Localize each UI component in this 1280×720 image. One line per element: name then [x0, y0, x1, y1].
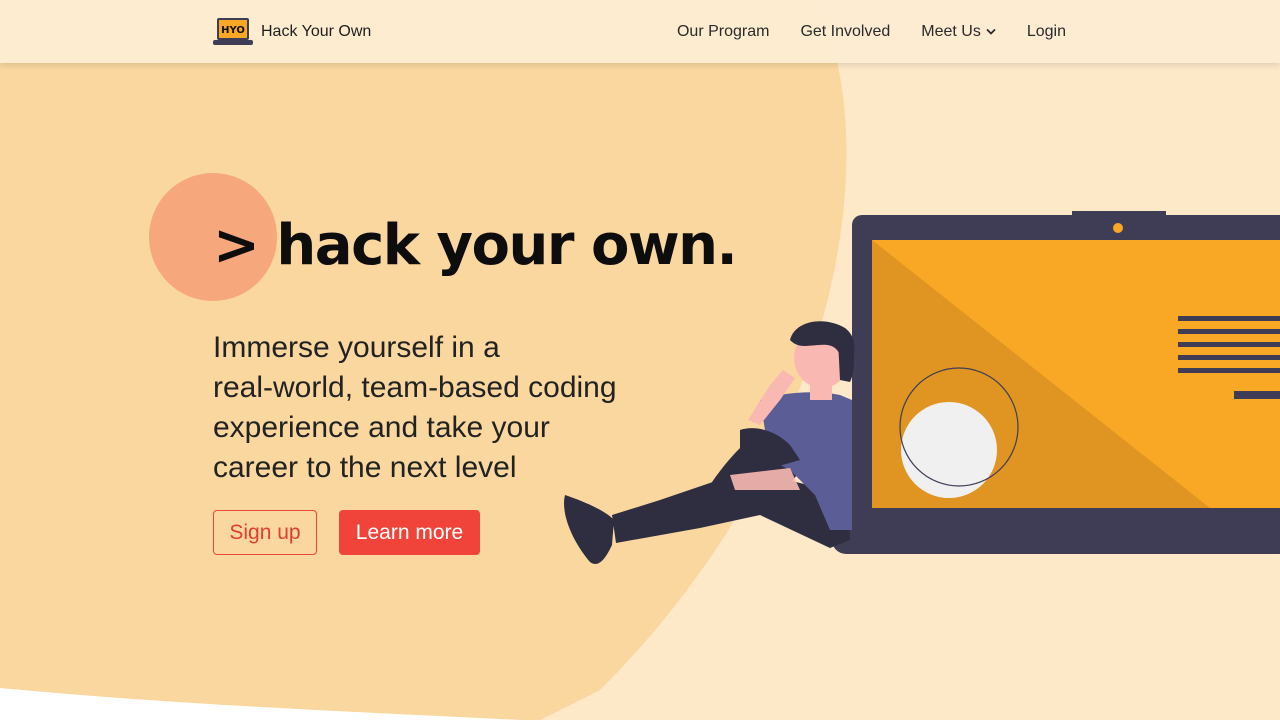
hero-buttons: Sign up Learn more — [213, 510, 480, 555]
nav-label: Login — [1026, 22, 1066, 40]
learn-more-button[interactable]: Learn more — [339, 510, 480, 555]
laptop-illustration — [832, 211, 1280, 554]
person-illustration — [564, 321, 855, 565]
nav-label: Meet Us — [921, 22, 981, 40]
brand-name: Hack Your Own — [261, 23, 372, 40]
nav-label: Our Program — [676, 22, 770, 40]
nav-item-our-program[interactable]: Our Program — [677, 23, 769, 41]
chevron-down-icon — [986, 28, 996, 35]
hero-illustration — [564, 211, 1280, 565]
nav-links: Our Program Get Involved Meet Us Login — [646, 0, 1066, 63]
top-navbar: HYO Hack Your Own Our Program Get Involv… — [0, 0, 1280, 63]
logo-text: HYO — [221, 25, 245, 36]
nav-item-login[interactable]: Login — [1027, 23, 1066, 41]
laptop-icon: HYO — [213, 18, 253, 45]
nav-item-meet-us[interactable]: Meet Us — [921, 23, 996, 41]
sign-up-button[interactable]: Sign up — [213, 510, 317, 555]
nav-item-get-involved[interactable]: Get Involved — [800, 23, 890, 41]
nav-label: Get Involved — [800, 22, 891, 40]
brand-link[interactable]: HYO Hack Your Own — [213, 16, 371, 48]
